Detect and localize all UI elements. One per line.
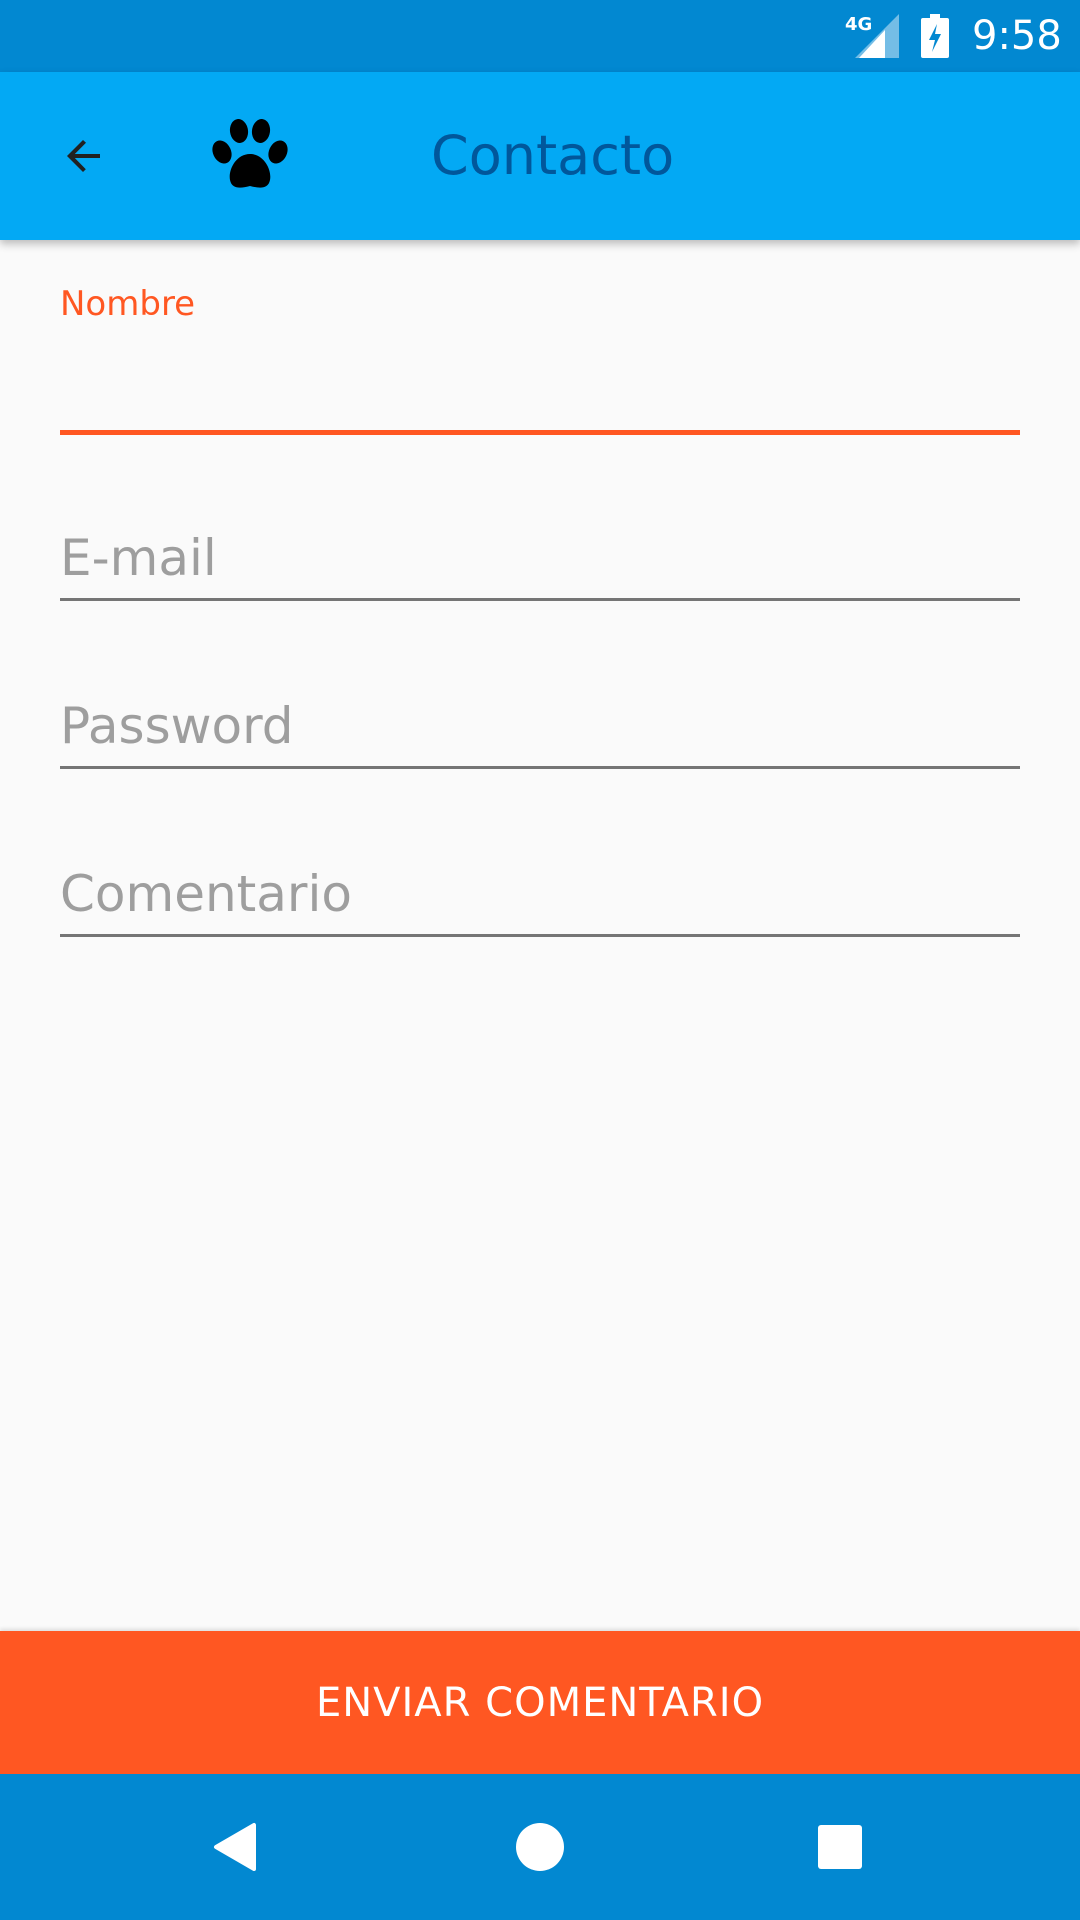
- password-underline: [60, 766, 1020, 769]
- status-time: 9:58: [972, 13, 1062, 59]
- email-field: [60, 520, 1020, 604]
- nav-back-icon: [214, 1823, 256, 1871]
- nombre-underline: [60, 430, 1020, 435]
- comentario-underline: [60, 934, 1020, 937]
- page-title: Contacto: [431, 124, 675, 187]
- password-input[interactable]: [60, 694, 1020, 758]
- nav-recents-icon: [818, 1825, 862, 1869]
- nombre-label: Nombre: [60, 284, 196, 324]
- navigation-bar: [0, 1774, 1080, 1920]
- nav-recents-button[interactable]: [792, 1799, 888, 1895]
- back-button[interactable]: [36, 108, 132, 204]
- comentario-field: [60, 856, 1020, 940]
- nombre-field: Nombre: [60, 284, 1020, 436]
- email-input[interactable]: [60, 526, 1020, 590]
- paw-icon: [210, 118, 290, 194]
- email-underline: [60, 598, 1020, 601]
- arrow-back-icon: [67, 140, 100, 172]
- nav-home-button[interactable]: [492, 1799, 588, 1895]
- network-indicator: 4G: [843, 14, 899, 58]
- send-comment-button[interactable]: ENVIAR COMENTARIO: [0, 1631, 1080, 1774]
- nav-home-icon: [516, 1823, 564, 1871]
- app-bar: Contacto: [0, 72, 1080, 240]
- comentario-input[interactable]: [60, 862, 1020, 926]
- signal-icon: [855, 14, 899, 58]
- battery-charging-icon: [921, 14, 949, 58]
- nav-back-button[interactable]: [192, 1799, 288, 1895]
- status-bar: 4G 9:58: [0, 0, 1080, 72]
- nombre-input[interactable]: [60, 350, 1020, 410]
- password-field: [60, 688, 1020, 772]
